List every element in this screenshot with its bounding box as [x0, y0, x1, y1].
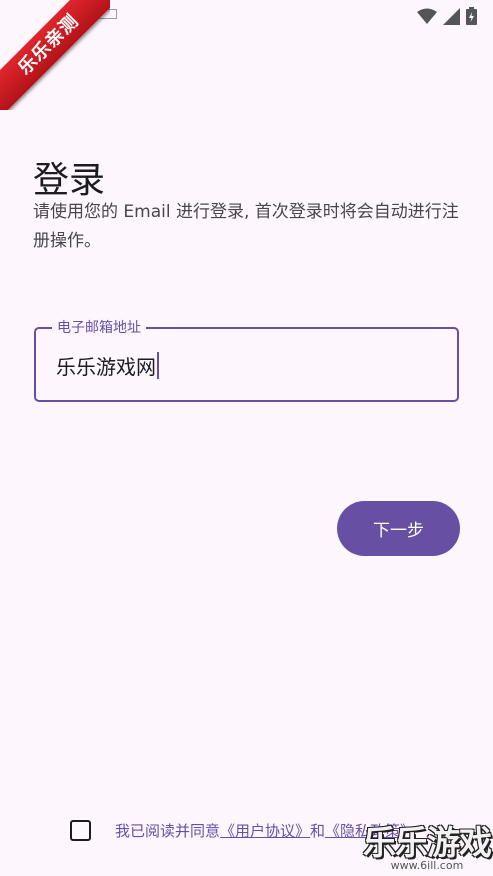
agreement-prefix: 我已阅读并同意	[115, 822, 221, 840]
agree-checkbox[interactable]	[70, 820, 91, 841]
email-input[interactable]: 乐乐游戏网	[56, 351, 156, 380]
text-cursor	[157, 352, 159, 379]
email-input-wrap[interactable]: 乐乐游戏网	[56, 351, 159, 380]
page-title: 登录	[33, 160, 106, 201]
system-icons	[417, 7, 477, 25]
page-subtitle: 请使用您的 Email 进行登录, 首次登录时将会自动进行注册操作。	[33, 202, 459, 251]
watermark-title: 乐乐游戏	[363, 823, 492, 862]
next-button[interactable]: 下一步	[337, 501, 460, 556]
battery-icon	[466, 7, 477, 25]
signal-icon	[443, 7, 460, 25]
ribbon-text: 乐乐亲测	[0, 0, 110, 110]
wifi-icon	[417, 8, 437, 24]
email-field-label: 电子邮箱地址	[52, 317, 146, 337]
email-field[interactable]: 电子邮箱地址 乐乐游戏网	[34, 317, 459, 402]
watermark: 乐乐游戏 www.6ill.com	[363, 823, 492, 872]
agreement-and: 和	[310, 822, 326, 840]
corner-ribbon: 乐乐亲测	[0, 0, 110, 110]
user-agreement-link[interactable]: 《用户协议》	[220, 822, 310, 840]
